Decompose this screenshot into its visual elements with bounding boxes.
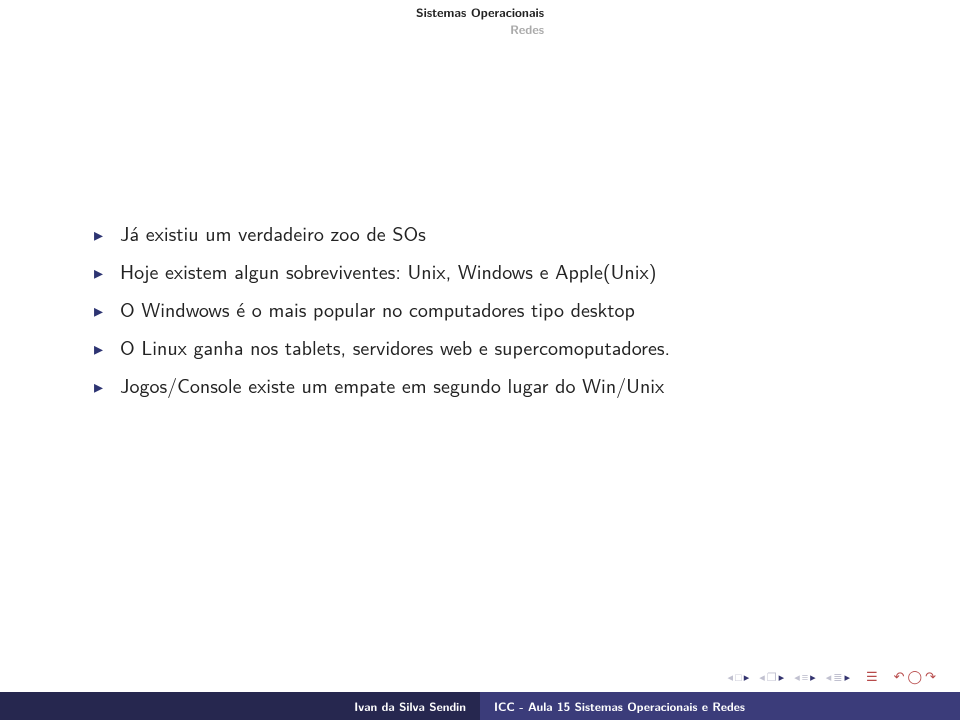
header-topic-inactive: Redes — [416, 21, 544, 38]
header-topic-active: Sistemas Operacionais — [416, 4, 544, 21]
nav-frame-icon[interactable]: ◂❐▸ — [759, 669, 784, 685]
nav-forward-icon[interactable]: ↷ — [925, 670, 936, 683]
slide-header: Sistemas Operacionais Redes — [0, 0, 960, 39]
nav-section-icon[interactable]: ◂≡▸ — [794, 669, 815, 685]
slide-footer: Ivan da Silva Sendin ICC - Aula 15 Siste… — [0, 692, 960, 720]
nav-appendix-icon[interactable]: ☰ — [866, 667, 878, 686]
nav-subsection-icon[interactable]: ◂≣▸ — [826, 669, 850, 685]
list-item: Jogos/Console existe um empate em segund… — [90, 372, 900, 400]
footer-author: Ivan da Silva Sendin — [0, 692, 480, 720]
list-item: O Windwows é o mais popular no computado… — [90, 296, 900, 324]
nav-circ-icons[interactable]: ↶ ◯ ↷ — [894, 670, 936, 683]
slide-content: Já existiu um verdadeiro zoo de SOs Hoje… — [90, 220, 900, 410]
footer-title: ICC - Aula 15 Sistemas Operacionais e Re… — [480, 692, 960, 720]
list-item: Já existiu um verdadeiro zoo de SOs — [90, 220, 900, 248]
nav-search-icon[interactable]: ◯ — [908, 670, 923, 683]
list-item: O Linux ganha nos tablets, servidores we… — [90, 334, 900, 362]
nav-slide-icon[interactable]: ◂□▸ — [728, 669, 750, 685]
bullet-list: Já existiu um verdadeiro zoo de SOs Hoje… — [90, 220, 900, 400]
list-item: Hoje existem algun sobreviventes: Unix, … — [90, 258, 900, 286]
nav-back-icon[interactable]: ↶ — [894, 670, 905, 683]
beamer-nav-icons: ◂□▸ ◂❐▸ ◂≡▸ ◂≣▸ ☰ ↶ ◯ ↷ — [728, 667, 936, 686]
